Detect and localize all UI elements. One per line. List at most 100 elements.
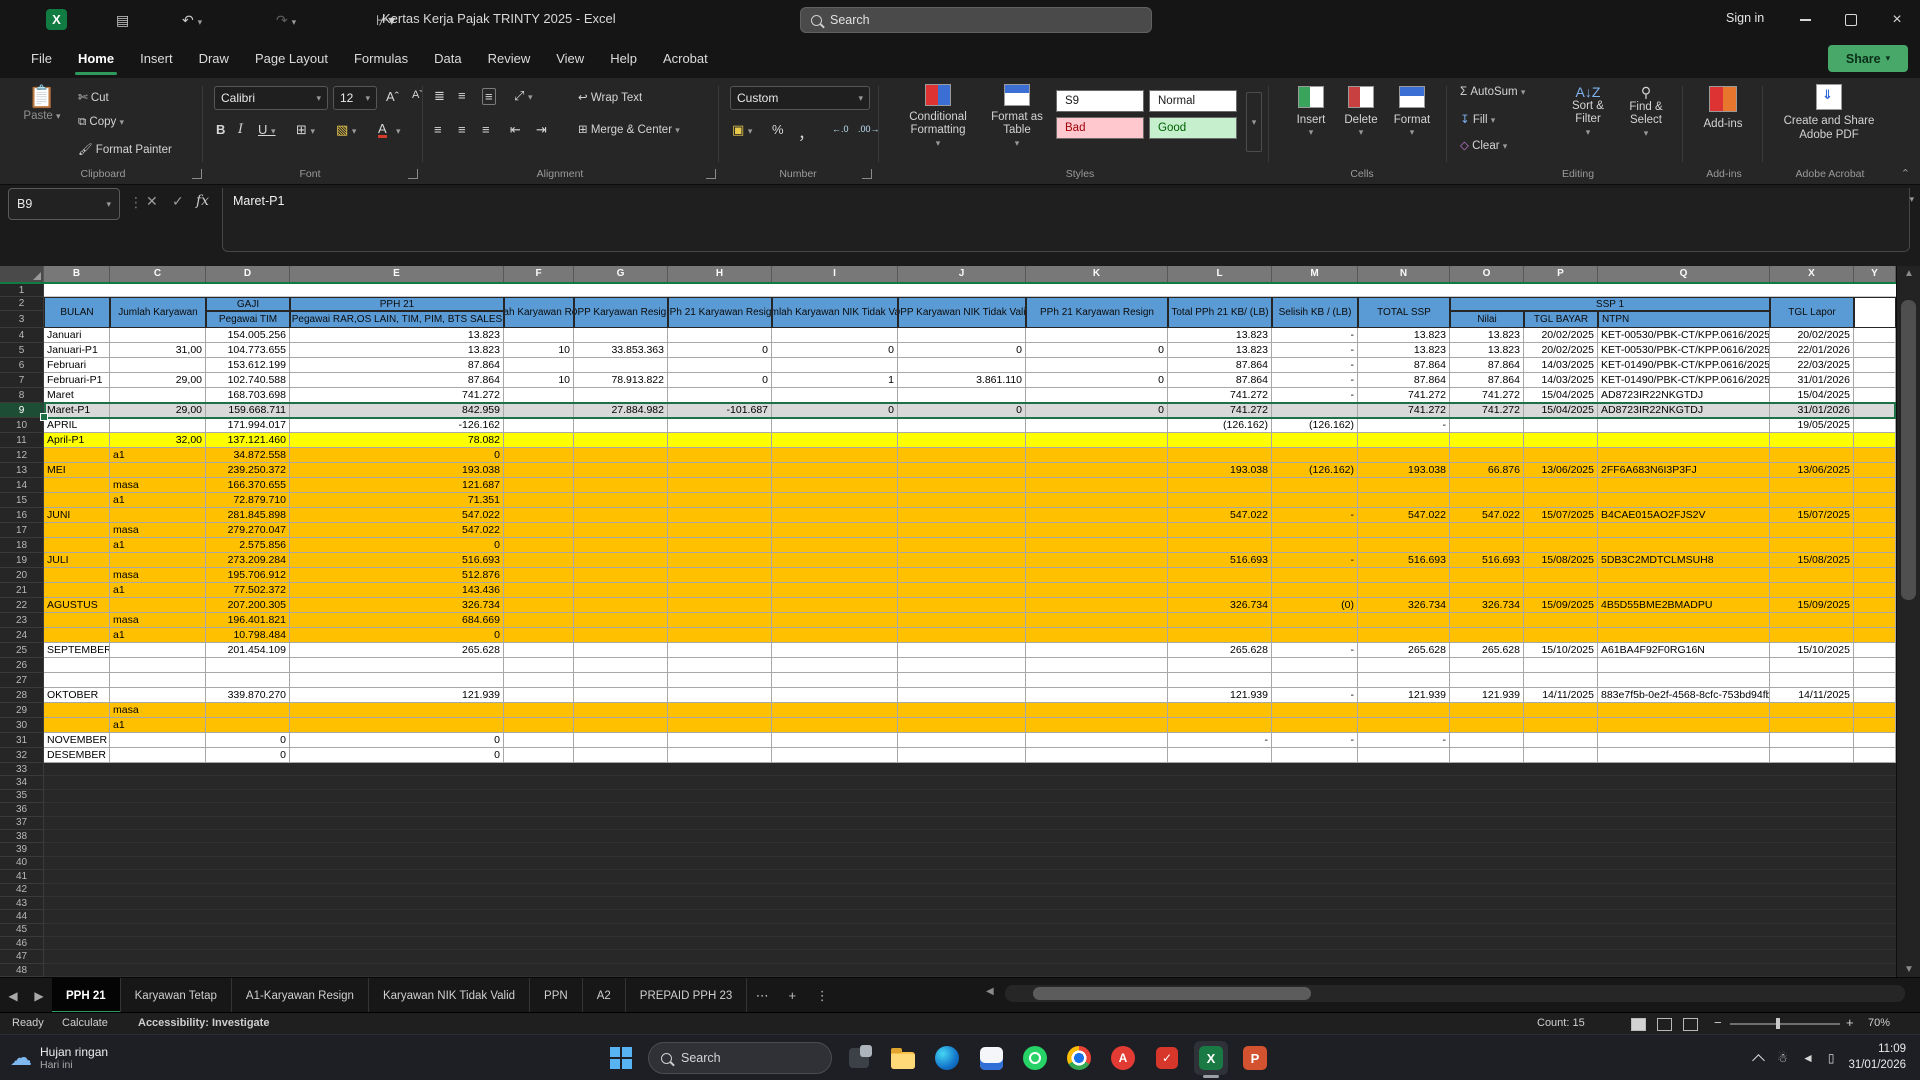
cell-H13[interactable] — [668, 463, 772, 478]
cell-X26[interactable] — [1770, 658, 1854, 673]
cell-O23[interactable] — [1450, 613, 1524, 628]
cell-O16[interactable]: 547.022 — [1450, 508, 1524, 523]
cell-F24[interactable] — [504, 628, 574, 643]
row-header-16[interactable]: 16 — [0, 508, 44, 523]
cell-L14[interactable] — [1168, 478, 1272, 493]
cancel-entry-icon[interactable]: ✕ — [146, 193, 158, 210]
cell-N32[interactable] — [1358, 748, 1450, 763]
cell-O31[interactable] — [1450, 733, 1524, 748]
cell-B30[interactable] — [44, 718, 110, 733]
cell-I21[interactable] — [772, 583, 898, 598]
cell-Q21[interactable] — [1598, 583, 1770, 598]
cell-F17[interactable] — [504, 523, 574, 538]
menu-tab-view[interactable]: View — [543, 40, 597, 78]
cell-Y32[interactable] — [1854, 748, 1896, 763]
cell-E30[interactable] — [290, 718, 504, 733]
empty-row-37[interactable] — [44, 816, 1896, 830]
cell-Q10[interactable] — [1598, 418, 1770, 433]
cell-I20[interactable] — [772, 568, 898, 583]
cell-C18[interactable]: a1 — [110, 538, 206, 553]
cell-Q7[interactable]: KET-01490/PBK-CT/KPP.0616/2025 — [1598, 373, 1770, 388]
cell-M20[interactable] — [1272, 568, 1358, 583]
row-1-band[interactable] — [44, 284, 1896, 297]
volume-icon[interactable]: ◄︎ — [1802, 1051, 1814, 1065]
cell-M12[interactable] — [1272, 448, 1358, 463]
cell-L12[interactable] — [1168, 448, 1272, 463]
cell-M14[interactable] — [1272, 478, 1358, 493]
menu-tab-insert[interactable]: Insert — [127, 40, 186, 78]
row-header-34[interactable]: 34 — [0, 776, 44, 790]
cell-X5[interactable]: 22/01/2026 — [1770, 343, 1854, 358]
cell-B7[interactable]: Februari-P1 — [44, 373, 110, 388]
cell-H32[interactable] — [668, 748, 772, 763]
cell-N4[interactable]: 13.823 — [1358, 328, 1450, 343]
cell-P15[interactable] — [1524, 493, 1598, 508]
cell-M5[interactable]: - — [1272, 343, 1358, 358]
column-header-N[interactable]: N — [1358, 266, 1450, 282]
cell-X14[interactable] — [1770, 478, 1854, 493]
cell-D6[interactable]: 153.612.199 — [206, 358, 290, 373]
cell-L18[interactable] — [1168, 538, 1272, 553]
cell-H17[interactable] — [668, 523, 772, 538]
cell-D5[interactable]: 104.773.655 — [206, 343, 290, 358]
page-break-view-icon[interactable] — [1683, 1018, 1698, 1031]
cell-P23[interactable] — [1524, 613, 1598, 628]
cell-C22[interactable] — [110, 598, 206, 613]
header-pegawai-tim[interactable]: Pegawai TIM — [206, 311, 290, 328]
cell-K24[interactable] — [1026, 628, 1168, 643]
delete-cells-button[interactable]: Delete ▾ — [1338, 86, 1384, 138]
security-app-taskbar-button[interactable]: ✓ — [1150, 1041, 1184, 1075]
cell-H29[interactable] — [668, 703, 772, 718]
cell-D12[interactable]: 34.872.558 — [206, 448, 290, 463]
cell-F18[interactable] — [504, 538, 574, 553]
minimize-button[interactable] — [1782, 0, 1828, 40]
cell-G32[interactable] — [574, 748, 668, 763]
cell-D21[interactable]: 77.502.372 — [206, 583, 290, 598]
edge-taskbar-button[interactable] — [930, 1041, 964, 1075]
cell-J17[interactable] — [898, 523, 1026, 538]
cell-G15[interactable] — [574, 493, 668, 508]
cell-C20[interactable]: masa — [110, 568, 206, 583]
tray-expand-icon[interactable] — [1752, 1053, 1766, 1067]
cell-J11[interactable] — [898, 433, 1026, 448]
share-button[interactable]: Share ▾ — [1828, 45, 1908, 72]
cell-E8[interactable]: 741.272 — [290, 388, 504, 403]
cell-K7[interactable]: 0 — [1026, 373, 1168, 388]
cell-B19[interactable]: JULI — [44, 553, 110, 568]
header-bulan[interactable]: BULAN — [44, 297, 110, 328]
cell-C21[interactable]: a1 — [110, 583, 206, 598]
cell-G9[interactable]: 27.884.982 — [574, 403, 668, 418]
header-blank-Y[interactable] — [1854, 297, 1896, 328]
cell-I9[interactable]: 0 — [772, 403, 898, 418]
cell-L19[interactable]: 516.693 — [1168, 553, 1272, 568]
menu-tab-data[interactable]: Data — [421, 40, 474, 78]
header-total-ssp[interactable]: TOTAL SSP — [1358, 297, 1450, 328]
cell-Y5[interactable] — [1854, 343, 1896, 358]
cell-G13[interactable] — [574, 463, 668, 478]
cell-G4[interactable] — [574, 328, 668, 343]
cell-C7[interactable]: 29,00 — [110, 373, 206, 388]
column-header-P[interactable]: P — [1524, 266, 1598, 282]
cell-P18[interactable] — [1524, 538, 1598, 553]
header-selisih-kb-lb-[interactable]: Selisih KB / (LB) — [1272, 297, 1358, 328]
confirm-entry-icon[interactable]: ✓ — [172, 193, 184, 210]
column-header-Q[interactable]: Q — [1598, 266, 1770, 282]
cell-D16[interactable]: 281.845.898 — [206, 508, 290, 523]
cell-I24[interactable] — [772, 628, 898, 643]
cell-M21[interactable] — [1272, 583, 1358, 598]
cell-O28[interactable]: 121.939 — [1450, 688, 1524, 703]
weather-widget[interactable]: ☁ Hujan ringan Hari ini — [10, 1041, 108, 1075]
cell-E31[interactable]: 0 — [290, 733, 504, 748]
row-header-15[interactable]: 15 — [0, 493, 44, 508]
cell-J23[interactable] — [898, 613, 1026, 628]
cell-X27[interactable] — [1770, 673, 1854, 688]
cell-Y15[interactable] — [1854, 493, 1896, 508]
formula-bar-splitter[interactable]: ⋮ — [129, 194, 143, 211]
cell-D11[interactable]: 137.121.460 — [206, 433, 290, 448]
cell-M30[interactable] — [1272, 718, 1358, 733]
cell-C13[interactable] — [110, 463, 206, 478]
cell-M31[interactable]: - — [1272, 733, 1358, 748]
cell-B13[interactable]: MEI — [44, 463, 110, 478]
cell-N8[interactable]: 741.272 — [1358, 388, 1450, 403]
cell-Q12[interactable] — [1598, 448, 1770, 463]
